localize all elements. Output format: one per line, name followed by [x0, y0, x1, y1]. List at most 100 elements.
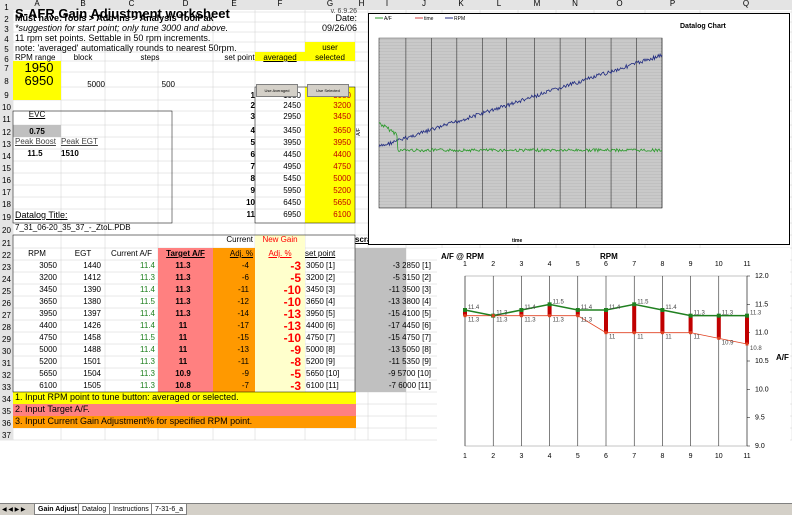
row-header-31[interactable]: 31 — [0, 358, 13, 370]
column-header-P[interactable]: P — [645, 0, 700, 10]
row-scratch[interactable]: -7 6000 [11] — [355, 380, 431, 392]
row-header-27[interactable]: 27 — [0, 310, 13, 322]
setpoint-num[interactable]: 5 — [213, 137, 255, 149]
row-current-adj[interactable]: -15 — [213, 332, 249, 344]
row-header-24[interactable]: 24 — [0, 274, 13, 286]
rpm-chart[interactable]: 1 1 2 2 3 3 4 4 5 5 6 6 7 7 8 8 9 9 10 10 11 11 12.0 11.5 11.0 10… — [437, 248, 790, 502]
row-header-28[interactable]: 28 — [0, 322, 13, 334]
peak-egt-value[interactable]: 1510 — [61, 148, 105, 160]
setpoint-selected[interactable]: 4750 — [305, 161, 351, 173]
setpoint-averaged[interactable]: 6950 — [255, 209, 301, 221]
row-header-14[interactable]: 14 — [0, 151, 13, 163]
hdr-egt[interactable]: EGT — [61, 248, 105, 260]
row-scratch[interactable]: -13 3800 [4] — [355, 296, 431, 308]
row-rpm[interactable]: 3950 — [13, 308, 57, 320]
tab-nav-arrows[interactable]: ◀ ◀ ▶ ▶ — [2, 504, 25, 515]
tab-gain-adjust[interactable]: Gain Adjust — [34, 504, 82, 515]
row-header-23[interactable]: 23 — [0, 262, 13, 274]
row-rpm[interactable]: 3200 — [13, 272, 57, 284]
row-current-af[interactable]: 11.4 — [105, 308, 155, 320]
setpoint-selected[interactable]: 5000 — [305, 173, 351, 185]
hdr-current[interactable]: Current — [213, 234, 253, 246]
row-current-adj[interactable]: -14 — [213, 308, 249, 320]
setpoint-averaged[interactable]: 3950 — [255, 137, 301, 149]
row-scratch[interactable]: -3 2850 [1] — [355, 260, 431, 272]
row-header-19[interactable]: 19 — [0, 212, 13, 224]
row-current-af[interactable]: 11.4 — [105, 344, 155, 356]
row-header-29[interactable]: 29 — [0, 334, 13, 346]
column-header-O[interactable]: O — [594, 0, 645, 10]
row-current-adj[interactable]: -9 — [213, 368, 249, 380]
row-target-af[interactable]: 11 — [158, 356, 208, 368]
row-scratch[interactable]: -11 5350 [9] — [355, 356, 431, 368]
setpoint-num[interactable]: 11 — [213, 209, 255, 221]
setpoint-selected[interactable]: 3450 — [305, 111, 351, 123]
column-header-M[interactable]: M — [518, 0, 556, 10]
setpoint-averaged[interactable]: 5950 — [255, 185, 301, 197]
row-rpm[interactable]: 3050 — [13, 260, 57, 272]
setpoint-num[interactable]: 3 — [213, 111, 255, 123]
steps-value[interactable]: 500 — [125, 79, 175, 91]
row-rpm[interactable]: 3450 — [13, 284, 57, 296]
row-scratch[interactable]: -17 4450 [6] — [355, 320, 431, 332]
row-header-8[interactable]: 8 — [0, 76, 13, 88]
row-rpm[interactable]: 3650 — [13, 296, 57, 308]
row-header-20[interactable]: 20 — [0, 225, 13, 237]
row-scratch[interactable]: -9 5700 [10] — [355, 368, 431, 380]
peak-boost-value[interactable]: 11.5 — [15, 148, 55, 160]
use-selected-button[interactable]: Use Selected — [307, 84, 349, 97]
setpoint-averaged[interactable]: 4950 — [255, 161, 301, 173]
row-current-af[interactable]: 11.3 — [105, 272, 155, 284]
row-current-adj[interactable]: -4 — [213, 260, 249, 272]
row-header-21[interactable]: 21 — [0, 238, 13, 250]
row-header-7[interactable]: 7 — [0, 63, 13, 75]
row-egt[interactable]: 1397 — [61, 308, 101, 320]
averaged-hdr[interactable]: averaged — [255, 52, 305, 64]
row-current-adj[interactable]: -6 — [213, 272, 249, 284]
instruction-2[interactable]: 2. Input Target A/F. — [15, 403, 345, 415]
setpoint-num[interactable]: 6 — [213, 149, 255, 161]
row-header-9[interactable]: 9 — [0, 90, 13, 102]
setpoint-selected[interactable]: 6100 — [305, 209, 351, 221]
row-header-15[interactable]: 15 — [0, 163, 13, 175]
setpoint-selected[interactable]: 5200 — [305, 185, 351, 197]
rpm-high-input[interactable]: 6950 — [19, 74, 59, 87]
row-header-11[interactable]: 11 — [0, 114, 13, 126]
evc-label[interactable]: EVC — [13, 109, 61, 121]
row-target-af[interactable]: 11 — [158, 344, 208, 356]
block-hdr[interactable]: block — [61, 52, 105, 64]
row-rpm[interactable]: 5200 — [13, 356, 57, 368]
row-current-adj[interactable]: -11 — [213, 356, 249, 368]
row-target-af[interactable]: 11.3 — [158, 308, 208, 320]
setpoint-selected[interactable]: 3950 — [305, 137, 351, 149]
setpoint-averaged[interactable]: 5450 — [255, 173, 301, 185]
row-current-af[interactable]: 11.4 — [105, 320, 155, 332]
row-header-17[interactable]: 17 — [0, 187, 13, 199]
row-rpm[interactable]: 5650 — [13, 368, 57, 380]
datalog-title-value[interactable]: 7_31_06-20_35_37_-_ZtoL.PDB — [15, 222, 215, 234]
row-rpm[interactable]: 4400 — [13, 320, 57, 332]
column-header-N[interactable]: N — [556, 0, 594, 10]
column-header-I[interactable]: I — [368, 0, 406, 10]
peak-boost-label[interactable]: Peak Boost — [15, 136, 63, 148]
row-current-adj[interactable]: -13 — [213, 344, 249, 356]
setpoint-num[interactable]: 8 — [213, 173, 255, 185]
row-egt[interactable]: 1426 — [61, 320, 101, 332]
row-header-25[interactable]: 25 — [0, 286, 13, 298]
block-value[interactable]: 5000 — [61, 79, 105, 91]
datalog-chart[interactable] — [368, 13, 790, 245]
tab-datalog[interactable]: Datalog — [78, 504, 111, 515]
row-header-10[interactable]: 10 — [0, 102, 13, 114]
hdr-current-af[interactable]: Current A/F — [105, 248, 158, 260]
row-current-adj[interactable]: -12 — [213, 296, 249, 308]
setpoint-averaged[interactable]: 4450 — [255, 149, 301, 161]
row-current-adj[interactable]: -17 — [213, 320, 249, 332]
hdr-setpoint[interactable]: set point — [305, 248, 355, 260]
row-setpoint[interactable]: 4400 [6] — [306, 320, 356, 332]
row-setpoint[interactable]: 3200 [2] — [306, 272, 356, 284]
row-current-af[interactable]: 11.3 — [105, 368, 155, 380]
setpoint-averaged[interactable]: 3450 — [255, 125, 301, 137]
setpoint-selected[interactable]: 3650 — [305, 125, 351, 137]
row-current-af[interactable]: 11.5 — [105, 296, 155, 308]
column-header-Q[interactable]: Q — [700, 0, 792, 10]
